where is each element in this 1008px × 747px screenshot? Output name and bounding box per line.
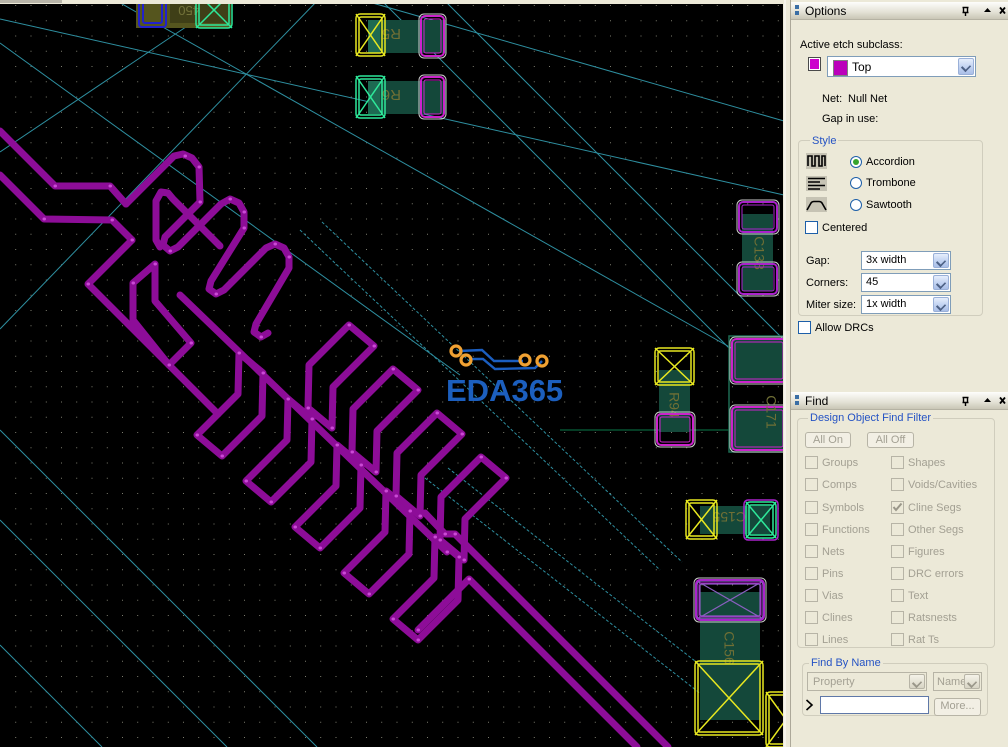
svg-text:C171: C171: [763, 395, 779, 429]
svg-text:EDA365: EDA365: [446, 373, 563, 408]
svg-text:C156: C156: [721, 631, 737, 665]
